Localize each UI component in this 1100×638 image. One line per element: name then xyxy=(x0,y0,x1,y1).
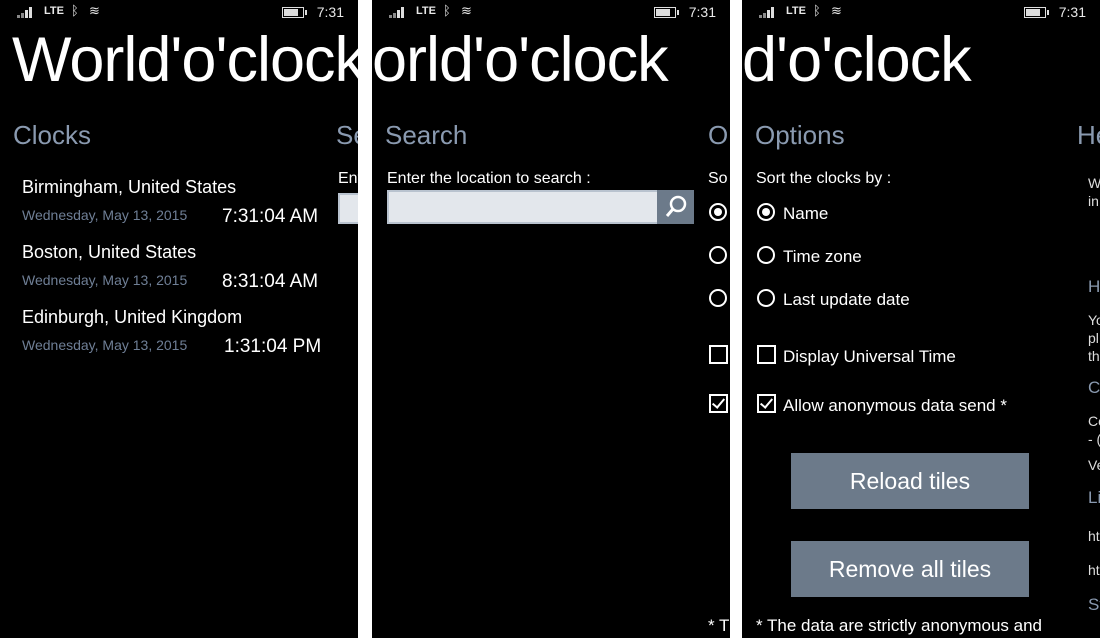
sort-label: Sort the clocks by : xyxy=(756,170,892,187)
clock-time: 1:31:04 PM xyxy=(224,336,322,357)
network-type: LTE xyxy=(786,5,806,17)
peek-label: So xyxy=(708,170,728,187)
peek-text: Yo xyxy=(1088,312,1100,328)
peek-search-box xyxy=(338,193,358,224)
radio-button[interactable] xyxy=(757,203,775,221)
bluetooth-icon: ᛒ xyxy=(443,3,451,18)
status-time: 7:31 xyxy=(688,4,716,20)
peek-text: - ( xyxy=(1088,431,1100,447)
radio-button[interactable] xyxy=(757,289,775,307)
clocks-panel: LTE ᛒ ≋ 7:31 World'o'clock Clocks Se Ent… xyxy=(0,0,358,638)
peek-radio xyxy=(709,246,727,264)
clock-city: Boston, United States xyxy=(22,242,197,262)
battery-icon xyxy=(282,7,307,18)
peek-checkbox xyxy=(709,394,728,413)
data-sense-icon: ≋ xyxy=(89,3,100,18)
reload-tiles-button[interactable]: Reload tiles xyxy=(791,453,1029,509)
radio-label: Last update date xyxy=(783,290,910,309)
search-icon xyxy=(665,195,687,217)
peek-text: in xyxy=(1088,193,1099,209)
peek-radio xyxy=(709,203,727,221)
peek-text: ht xyxy=(1088,528,1100,544)
data-sense-icon: ≋ xyxy=(461,3,472,18)
footnote: * The data are strictly anonymous and xyxy=(756,616,1043,635)
section-header-clocks[interactable]: Clocks xyxy=(13,120,91,151)
display-ut-checkbox[interactable] xyxy=(757,345,776,364)
peek-checkbox xyxy=(709,345,728,364)
app-title: World'o'clock xyxy=(12,25,358,95)
peek-text: pl xyxy=(1088,330,1099,346)
next-section-header[interactable]: He xyxy=(1077,120,1100,151)
peek-radio xyxy=(709,289,727,307)
peek-text: H xyxy=(1088,277,1100,296)
status-bar: LTE ᛒ ≋ 7:31 xyxy=(372,0,730,24)
peek-label: Ent xyxy=(338,170,358,187)
clock-city: Birmingham, United States xyxy=(22,177,237,197)
bluetooth-icon: ᛒ xyxy=(813,3,821,18)
peek-text: St xyxy=(1088,595,1100,614)
radio-label: Name xyxy=(783,204,829,223)
checkbox-label: Display Universal Time xyxy=(783,347,956,366)
data-sense-icon: ≋ xyxy=(831,3,842,18)
peek-text: Li xyxy=(1088,488,1100,507)
clock-date: Wednesday, May 13, 2015 xyxy=(22,272,188,288)
status-bar: LTE ᛒ ≋ 7:31 xyxy=(0,0,358,24)
section-header-search[interactable]: Search xyxy=(385,120,467,151)
peek-text: ht xyxy=(1088,562,1100,578)
peek-text: W xyxy=(1088,175,1100,191)
peek-text: Ve xyxy=(1088,457,1100,473)
clock-city: Edinburgh, United Kingdom xyxy=(22,307,243,327)
peek-text: th xyxy=(1088,348,1100,364)
network-type: LTE xyxy=(416,5,436,17)
search-panel: LTE ᛒ ≋ 7:31 orld'o'clock Search Op Ente… xyxy=(372,0,730,638)
next-section-header[interactable]: Se xyxy=(336,120,358,151)
network-type: LTE xyxy=(44,5,64,17)
search-button[interactable] xyxy=(657,190,694,224)
clock-time: 7:31:04 AM xyxy=(222,206,319,227)
app-title: d'o'clock xyxy=(742,25,972,95)
status-bar: LTE ᛒ ≋ 7:31 xyxy=(742,0,1100,24)
checkbox-label: Allow anonymous data send * xyxy=(783,396,1007,415)
bluetooth-icon: ᛒ xyxy=(71,3,79,18)
next-section-header[interactable]: Op xyxy=(708,120,730,151)
app-title: orld'o'clock xyxy=(372,25,669,95)
clock-date: Wednesday, May 13, 2015 xyxy=(22,207,188,223)
search-label: Enter the location to search : xyxy=(387,170,591,187)
radio-button[interactable] xyxy=(757,246,775,264)
clock-time: 8:31:04 AM xyxy=(222,271,319,292)
signal-icon xyxy=(17,6,37,18)
signal-icon xyxy=(759,6,779,18)
peek-text: Co xyxy=(1088,413,1100,429)
search-input[interactable] xyxy=(387,190,659,224)
battery-icon xyxy=(1024,7,1049,18)
options-panel: LTE ᛒ ≋ 7:31 d'o'clock Options He Sort t… xyxy=(742,0,1100,638)
peek-footnote: * T xyxy=(708,616,730,635)
remove-all-tiles-button[interactable]: Remove all tiles xyxy=(791,541,1029,597)
battery-icon xyxy=(654,7,679,18)
allow-data-checkbox[interactable] xyxy=(757,394,776,413)
status-time: 7:31 xyxy=(1058,4,1086,20)
peek-text: C xyxy=(1088,378,1100,397)
section-header-options[interactable]: Options xyxy=(755,120,845,151)
status-time: 7:31 xyxy=(316,4,344,20)
radio-label: Time zone xyxy=(783,247,862,266)
clock-date: Wednesday, May 13, 2015 xyxy=(22,337,188,353)
signal-icon xyxy=(389,6,409,18)
